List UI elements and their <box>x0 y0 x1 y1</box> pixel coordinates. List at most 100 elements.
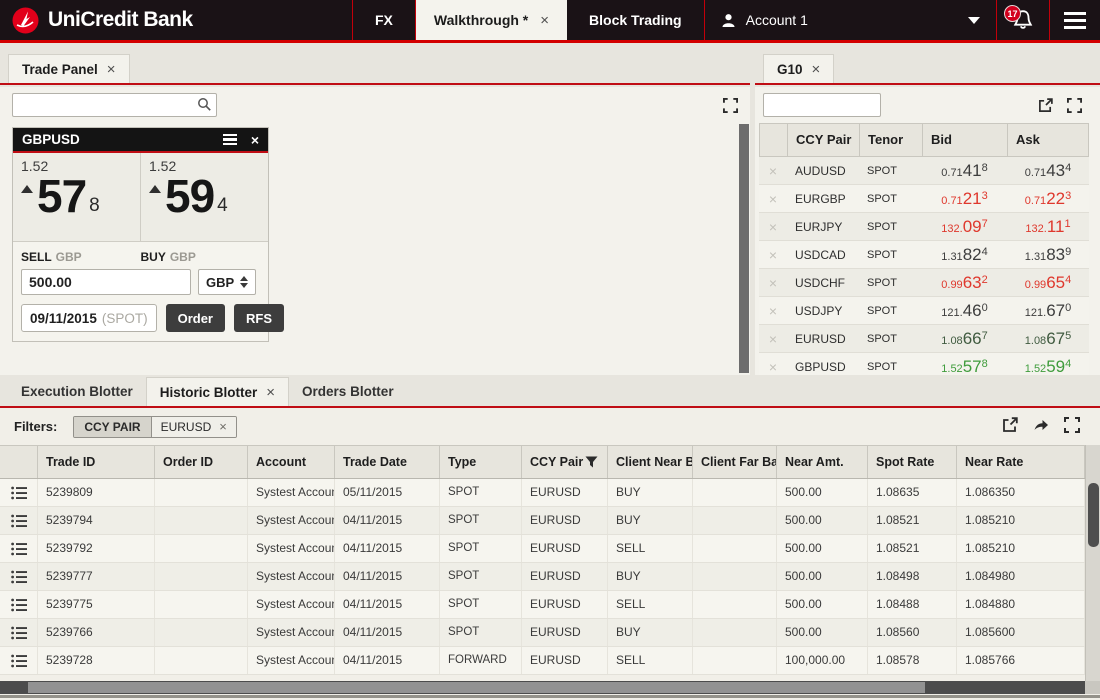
tab-trade-panel[interactable]: Trade Panel × <box>8 54 130 83</box>
trade-row[interactable]: 5239777 Systest Account 04/11/2015 SPOT … <box>0 563 1085 591</box>
remove-row-icon[interactable]: × <box>759 213 787 243</box>
col-type[interactable]: Type <box>440 446 522 478</box>
col-near-amt[interactable]: Near Amt. <box>777 446 868 478</box>
account: Systest Account <box>248 591 335 618</box>
order-button[interactable]: Order <box>166 304 225 332</box>
remove-row-icon[interactable]: × <box>759 185 787 215</box>
col-client-near-base[interactable]: Client Near Bas <box>608 446 693 478</box>
row-menu-icon[interactable] <box>0 535 38 562</box>
fullscreen-icon[interactable] <box>1067 98 1082 113</box>
trade-row[interactable]: 5239794 Systest Account 04/11/2015 SPOT … <box>0 507 1085 535</box>
g10-row-usdchf[interactable]: × USDCHF SPOT 0.99632 0.99654 <box>759 269 1089 297</box>
trade-row[interactable]: 5239809 Systest Account 05/11/2015 SPOT … <box>0 479 1085 507</box>
row-menu-icon[interactable] <box>0 647 38 674</box>
trade-row[interactable]: 5239728 Systest Account 04/11/2015 FORWA… <box>0 647 1085 675</box>
remove-row-icon[interactable]: × <box>759 353 787 375</box>
col-account[interactable]: Account <box>248 446 335 478</box>
row-menu-icon[interactable] <box>0 591 38 618</box>
vertical-scrollbar[interactable] <box>739 124 749 373</box>
filter-chip-ccy-pair[interactable]: CCY PAIR EURUSD × <box>73 416 237 438</box>
remove-row-icon[interactable]: × <box>759 325 787 355</box>
horizontal-scrollbar[interactable] <box>0 681 1085 694</box>
ask-price[interactable]: 1.31839 <box>1007 241 1089 271</box>
ask-price[interactable]: 0.71434 <box>1007 157 1089 187</box>
popout-icon[interactable] <box>1002 417 1018 433</box>
bid-price[interactable]: 1.31824 <box>922 241 1007 271</box>
bid-price[interactable]: 0.71418 <box>922 157 1007 187</box>
row-menu-icon[interactable] <box>0 563 38 590</box>
close-icon[interactable]: × <box>266 384 275 401</box>
buy-price-tile[interactable]: 1.52 59 4 <box>141 153 268 241</box>
remove-row-icon[interactable]: × <box>759 157 787 187</box>
popout-icon[interactable] <box>1038 98 1053 113</box>
col-order-id[interactable]: Order ID <box>155 446 248 478</box>
g10-row-usdcad[interactable]: × USDCAD SPOT 1.31824 1.31839 <box>759 241 1089 269</box>
bid-price[interactable]: 1.52578 <box>922 353 1007 375</box>
col-trade-id[interactable]: Trade ID <box>38 446 155 478</box>
notifications-button[interactable]: 17 <box>997 0 1049 40</box>
scrollbar-thumb[interactable] <box>739 124 749 373</box>
g10-row-eurgbp[interactable]: × EURGBP SPOT 0.71213 0.71223 <box>759 185 1089 213</box>
remove-row-icon[interactable]: × <box>759 241 787 271</box>
search-input[interactable] <box>12 93 217 117</box>
ask-price[interactable]: 1.52594 <box>1007 353 1089 375</box>
currency-select[interactable]: GBP <box>198 269 256 295</box>
ask-price[interactable]: 0.99654 <box>1007 269 1089 299</box>
col-client-far-base[interactable]: Client Far Base <box>693 446 777 478</box>
filter-funnel-icon[interactable] <box>585 456 598 468</box>
ask-price[interactable]: 121.670 <box>1007 297 1089 327</box>
scrollbar-thumb[interactable] <box>28 682 925 693</box>
account-selector[interactable]: Account 1 <box>705 0 996 40</box>
tab-walkthrough[interactable]: Walkthrough * × <box>416 0 567 40</box>
share-icon[interactable] <box>1033 417 1049 433</box>
bid-price[interactable]: 0.71213 <box>922 185 1007 215</box>
remove-filter-icon[interactable]: × <box>219 419 227 434</box>
ask-price[interactable]: 1.08675 <box>1007 325 1089 355</box>
close-icon[interactable]: × <box>812 61 821 78</box>
bid-price[interactable]: 0.99632 <box>922 269 1007 299</box>
tab-g10[interactable]: G10 × <box>763 54 834 83</box>
tab-execution-blotter[interactable]: Execution Blotter <box>8 377 146 406</box>
remove-row-icon[interactable]: × <box>759 269 787 299</box>
amount-input[interactable] <box>21 269 191 295</box>
col-spot-rate[interactable]: Spot Rate <box>868 446 957 478</box>
g10-row-usdjpy[interactable]: × USDJPY SPOT 121.460 121.670 <box>759 297 1089 325</box>
close-icon[interactable]: × <box>107 61 116 78</box>
g10-row-audusd[interactable]: × AUDUSD SPOT 0.71418 0.71434 <box>759 157 1089 185</box>
trade-row[interactable]: 5239766 Systest Account 04/11/2015 SPOT … <box>0 619 1085 647</box>
close-icon[interactable]: × <box>540 12 549 29</box>
widget-menu-icon[interactable] <box>223 134 237 146</box>
tab-historic-blotter[interactable]: Historic Blotter × <box>146 377 289 406</box>
remove-row-icon[interactable]: × <box>759 297 787 327</box>
bid-price[interactable]: 121.460 <box>922 297 1007 327</box>
widget-close-icon[interactable]: × <box>251 132 259 148</box>
tab-block-trading[interactable]: Block Trading <box>567 0 704 40</box>
trade-row[interactable]: 5239775 Systest Account 04/11/2015 SPOT … <box>0 591 1085 619</box>
menu-button[interactable] <box>1050 0 1100 40</box>
tab-orders-blotter[interactable]: Orders Blotter <box>289 377 407 406</box>
ask-price[interactable]: 132.111 <box>1007 213 1089 243</box>
fullscreen-icon[interactable] <box>1064 417 1080 433</box>
scrollbar-thumb[interactable] <box>1088 483 1099 547</box>
vertical-scrollbar[interactable] <box>1085 445 1100 681</box>
sell-price-tile[interactable]: 1.52 57 8 <box>13 153 141 241</box>
ask-price[interactable]: 0.71223 <box>1007 185 1089 215</box>
trade-row[interactable]: 5239792 Systest Account 04/11/2015 SPOT … <box>0 535 1085 563</box>
rfs-button[interactable]: RFS <box>234 304 284 332</box>
tab-fx[interactable]: FX <box>353 0 415 40</box>
ccy-pair: AUDUSD <box>787 157 859 187</box>
col-near-rate[interactable]: Near Rate <box>957 446 1085 478</box>
fullscreen-icon[interactable] <box>723 98 738 113</box>
row-menu-icon[interactable] <box>0 507 38 534</box>
g10-row-gbpusd[interactable]: × GBPUSD SPOT 1.52578 1.52594 <box>759 353 1089 375</box>
g10-row-eurjpy[interactable]: × EURJPY SPOT 132.097 132.111 <box>759 213 1089 241</box>
g10-row-eurusd[interactable]: × EURUSD SPOT 1.08667 1.08675 <box>759 325 1089 353</box>
g10-search-input[interactable] <box>763 93 881 117</box>
row-menu-icon[interactable] <box>0 619 38 646</box>
settlement-date-field[interactable]: 09/11/2015 (SPOT) <box>21 304 157 332</box>
col-trade-date[interactable]: Trade Date <box>335 446 440 478</box>
row-menu-icon[interactable] <box>0 479 38 506</box>
col-ccy-pair[interactable]: CCY Pair <box>522 446 608 478</box>
bid-price[interactable]: 1.08667 <box>922 325 1007 355</box>
bid-price[interactable]: 132.097 <box>922 213 1007 243</box>
